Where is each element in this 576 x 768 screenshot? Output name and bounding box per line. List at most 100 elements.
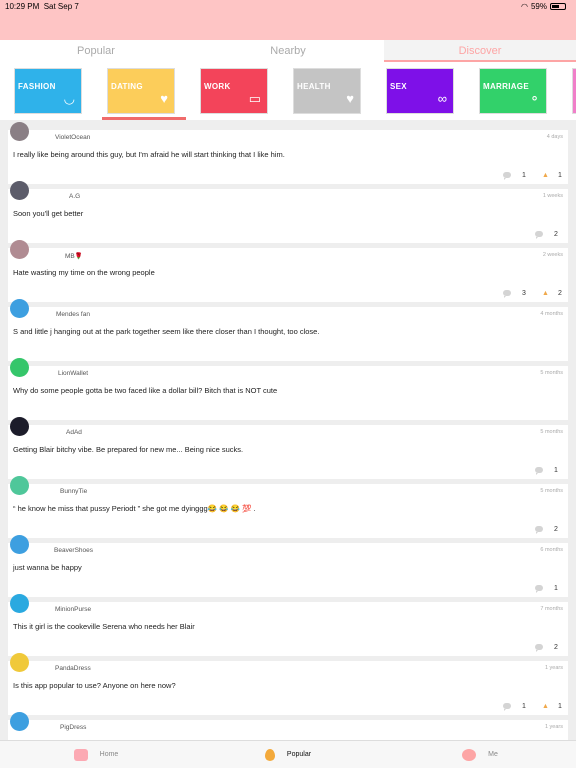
comment-icon[interactable] xyxy=(535,526,543,534)
post-text[interactable]: Is this app popular to use? Anyone on he… xyxy=(13,681,176,690)
post-timestamp: 6 months xyxy=(540,547,563,553)
poop-reaction-icon[interactable]: ▲ xyxy=(542,290,551,297)
comment-icon[interactable] xyxy=(535,231,543,239)
status-right: ◠ 59% xyxy=(521,2,566,11)
post-username[interactable]: Mendes fan xyxy=(56,311,90,318)
category-dating[interactable]: DATING ♥ xyxy=(107,68,175,114)
comment-icon[interactable] xyxy=(535,467,543,475)
category-marriage[interactable]: MARRIAGE ⚬ xyxy=(479,68,547,114)
post-username[interactable]: PigDress xyxy=(60,724,86,731)
list-item[interactable]: BeaverShoes 6 months just wanna be happy 1 xyxy=(8,543,568,597)
wifi-icon: ◠ xyxy=(521,2,528,11)
post-timestamp: 7 months xyxy=(540,606,563,612)
post-text[interactable]: S and little j hanging out at the park t… xyxy=(13,327,319,336)
post-username[interactable]: VioletOcean xyxy=(55,134,90,141)
avatar[interactable] xyxy=(10,712,29,731)
comment-icon[interactable] xyxy=(535,644,543,652)
nav-popular[interactable]: Popular xyxy=(192,741,384,768)
tab-popular[interactable]: Popular xyxy=(0,40,192,62)
post-timestamp: 1 years xyxy=(544,724,563,730)
list-item[interactable]: PandaDress 1 years Is this app popular to … xyxy=(8,661,568,715)
post-feed[interactable]: VioletOcean 4 days I really like being aro… xyxy=(0,120,576,740)
avatar[interactable] xyxy=(10,594,29,613)
list-item[interactable]: VioletOcean 4 days I really like being aro… xyxy=(8,130,568,184)
post-timestamp: 5 months xyxy=(540,488,563,494)
status-time: 10:29 PM Sat Sep 7 xyxy=(5,2,79,11)
post-username[interactable]: MB🌹 xyxy=(65,252,83,260)
post-actions: 3 ▲ 2 xyxy=(503,288,568,298)
list-item[interactable]: MB🌹 2 weeks Hate wasting my time on the wr… xyxy=(8,248,568,302)
reaction-count: 2 xyxy=(558,289,562,297)
poop-reaction-icon[interactable]: ▲ xyxy=(542,703,551,710)
avatar[interactable] xyxy=(10,535,29,554)
nav-home[interactable]: Home xyxy=(0,741,192,768)
post-actions: 2 xyxy=(535,229,568,239)
post-text[interactable]: “ he know he miss that pussy Periodt ” s… xyxy=(13,504,255,513)
comment-count: 1 xyxy=(554,584,558,592)
post-text[interactable]: Soon you'll get better xyxy=(13,209,83,218)
category-label: FASHION xyxy=(18,82,56,91)
avatar[interactable] xyxy=(10,181,29,200)
avatar[interactable] xyxy=(10,122,29,141)
post-username[interactable]: AdAd xyxy=(66,429,82,436)
post-username[interactable]: A.G xyxy=(69,193,80,200)
post-text[interactable]: just wanna be happy xyxy=(13,563,82,572)
comment-count: 2 xyxy=(554,230,558,238)
nav-label: Home xyxy=(99,751,119,758)
post-actions: 1 xyxy=(535,583,568,593)
category-strip: FASHION ◡ DATING ♥ WORK ▭ HEALTH ♥ SEX ∞ MARRIAGE ⚬ xyxy=(0,62,576,120)
list-item[interactable]: AdAd 5 months Getting Blair bitchy vibe. B… xyxy=(8,425,568,479)
post-text[interactable]: This it girl is the cookeville Serena wh… xyxy=(13,622,195,631)
rings-icon: ⚬ xyxy=(529,91,540,106)
status-bar: 10:29 PM Sat Sep 7 ◠ 59% xyxy=(0,0,576,40)
avatar[interactable] xyxy=(10,653,29,672)
post-username[interactable]: BeaverShoes xyxy=(54,547,93,554)
post-text[interactable]: Hate wasting my time on the wrong people xyxy=(13,268,155,277)
category-partial[interactable] xyxy=(572,68,576,114)
avatar[interactable] xyxy=(10,240,29,259)
comment-icon[interactable] xyxy=(503,172,511,180)
list-item[interactable]: MinionPurse 7 months This it girl is the c… xyxy=(8,602,568,656)
category-label: DATING xyxy=(111,82,143,91)
avatar[interactable] xyxy=(10,476,29,495)
category-fashion[interactable]: FASHION ◡ xyxy=(14,68,82,114)
reaction-count: 1 xyxy=(558,171,562,179)
avatar[interactable] xyxy=(10,417,29,436)
post-timestamp: 1 weeks xyxy=(542,193,563,199)
post-actions: 1 ▲ 1 xyxy=(503,170,568,180)
category-label: HEALTH xyxy=(297,82,331,91)
heart-pulse-icon: ♥ xyxy=(346,91,354,106)
category-label: MARRIAGE xyxy=(483,82,529,91)
post-username[interactable]: BunnyTie xyxy=(60,488,87,495)
poop-reaction-icon[interactable]: ▲ xyxy=(542,172,551,179)
list-item[interactable]: PigDress 1 years xyxy=(8,720,568,740)
comment-icon[interactable] xyxy=(503,290,511,298)
category-sex[interactable]: SEX ∞ xyxy=(386,68,454,114)
post-text[interactable]: Getting Blair bitchy vibe. Be prepared f… xyxy=(13,445,243,454)
nav-me[interactable]: Me xyxy=(384,741,576,768)
post-timestamp: 2 weeks xyxy=(542,252,563,258)
comment-icon[interactable] xyxy=(535,585,543,593)
comment-count: 1 xyxy=(554,466,558,474)
list-item[interactable]: Mendes fan 4 months S and little j hanging… xyxy=(8,307,568,361)
post-actions: 1 ▲ 1 xyxy=(503,701,568,711)
comment-icon[interactable] xyxy=(503,703,511,711)
avatar[interactable] xyxy=(10,358,29,377)
post-text[interactable]: Why do some people gotta be two faced li… xyxy=(13,386,277,395)
tab-discover[interactable]: Discover xyxy=(384,40,576,62)
category-work[interactable]: WORK ▭ xyxy=(200,68,268,114)
handbag-icon: ◡ xyxy=(63,91,75,106)
category-health[interactable]: HEALTH ♥ xyxy=(293,68,361,114)
heart-icon: ♥ xyxy=(160,91,168,106)
tab-nearby[interactable]: Nearby xyxy=(192,40,384,62)
flame-icon xyxy=(264,748,275,761)
list-item[interactable]: LionWallet 5 months Why do some people got… xyxy=(8,366,568,420)
post-text[interactable]: I really like being around this guy, but… xyxy=(13,150,285,159)
post-username[interactable]: PandaDress xyxy=(55,665,91,672)
post-actions: 1 xyxy=(535,465,568,475)
list-item[interactable]: BunnyTie 5 months “ he know he miss that p… xyxy=(8,484,568,538)
list-item[interactable]: A.G 1 weeks Soon you'll get better 2 xyxy=(8,189,568,243)
post-username[interactable]: LionWallet xyxy=(58,370,88,377)
avatar[interactable] xyxy=(10,299,29,318)
post-username[interactable]: MinionPurse xyxy=(55,606,91,613)
